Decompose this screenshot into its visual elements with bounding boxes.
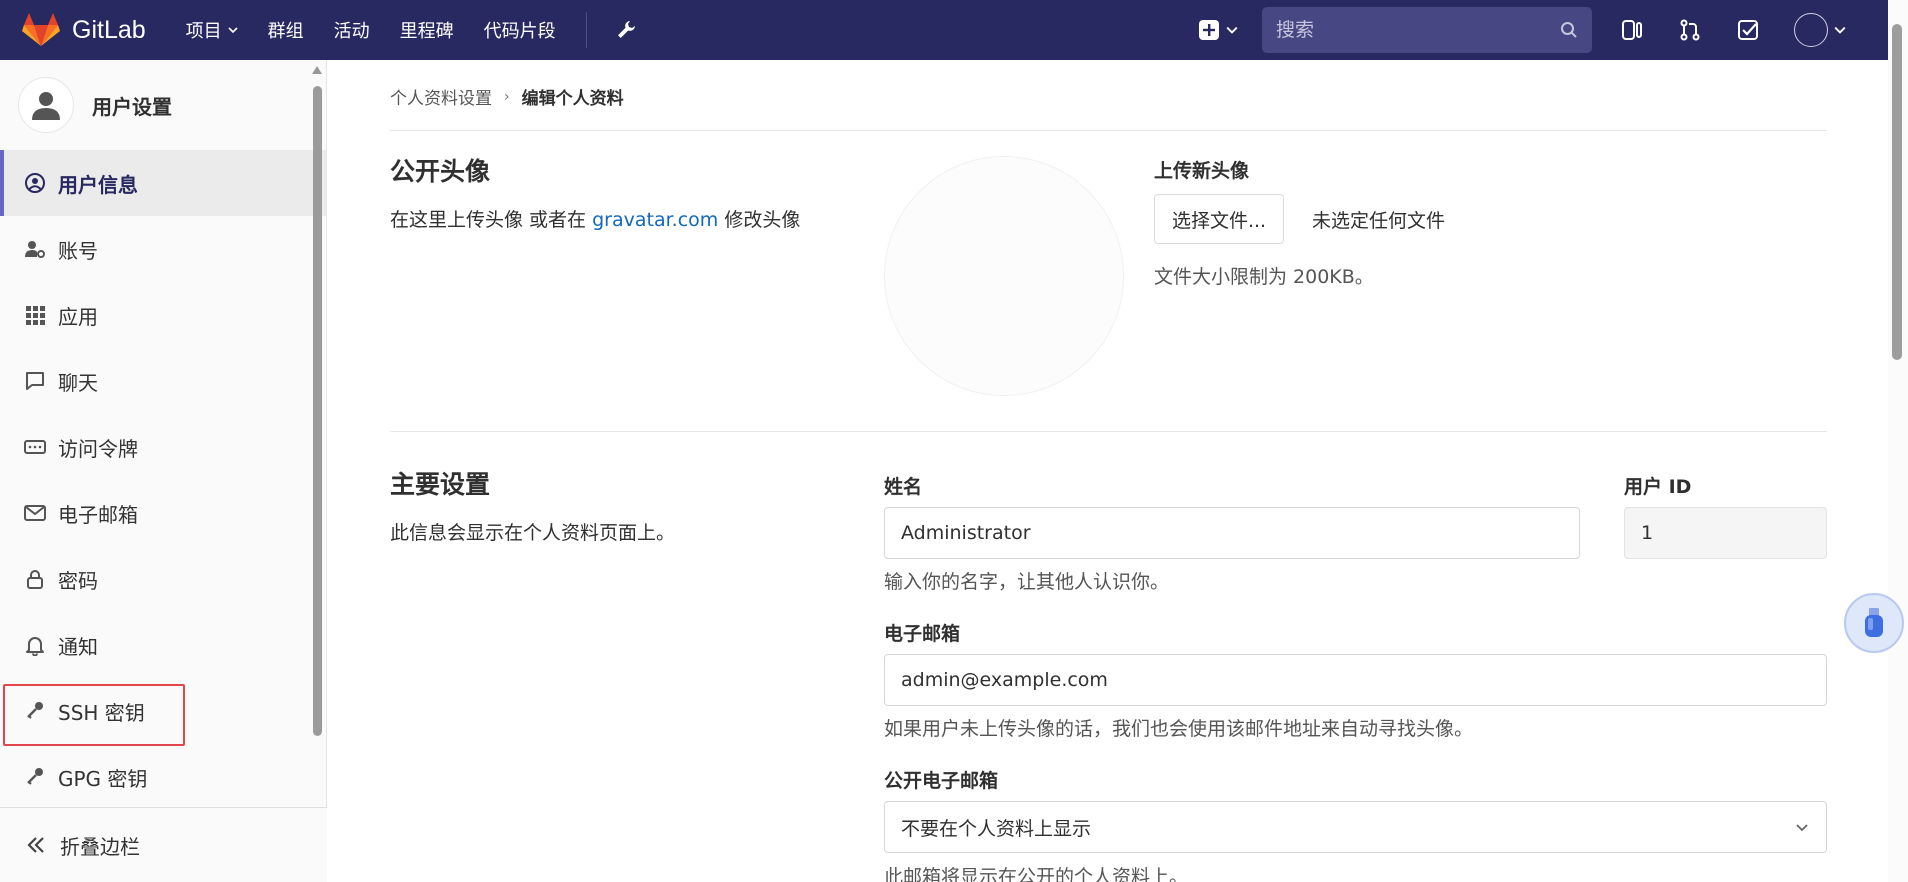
sidebar-item-password[interactable]: 密码 <box>0 546 326 612</box>
lock-icon <box>27 570 43 589</box>
sidebar-scroll-thumb[interactable] <box>313 86 322 736</box>
sidebar-item-chat[interactable]: 聊天 <box>0 348 326 414</box>
user-menu[interactable] <box>1794 13 1846 47</box>
sidebar-scrollbar[interactable] <box>311 66 322 808</box>
collapse-sidebar-button[interactable]: 折叠边栏 <box>0 807 327 882</box>
sidebar-item-profile[interactable]: 用户信息 <box>0 150 326 216</box>
public-email-help: 此邮箱将显示在公开的个人资料上。 <box>884 866 1189 882</box>
email-label: 电子邮箱 <box>884 623 961 645</box>
wrench-icon[interactable] <box>615 19 637 41</box>
nav-item-snippets[interactable]: 代码片段 <box>484 17 556 43</box>
settings-sidebar: 用户设置 用户信息 账号 应用 聊天 访问令牌 电子邮箱 密码 通知 SSH 密… <box>0 60 327 882</box>
name-field[interactable] <box>884 507 1580 559</box>
choose-file-button[interactable]: 选择文件... <box>1154 194 1284 244</box>
sidebar-title: 用户设置 <box>92 94 172 119</box>
chevron-right-icon: › <box>504 88 510 105</box>
floating-assistant-button[interactable] <box>1844 593 1904 653</box>
search-box[interactable] <box>1262 7 1592 53</box>
nav-item-groups[interactable]: 群组 <box>268 17 304 43</box>
user-id-field <box>1624 507 1827 559</box>
name-label: 姓名 <box>884 476 923 498</box>
public-email-label: 公开电子邮箱 <box>884 770 999 792</box>
chevron-down-icon <box>1834 26 1846 34</box>
chevron-down-icon <box>1796 824 1808 832</box>
merge-request-icon[interactable] <box>1678 18 1702 42</box>
no-file-text: 未选定任何文件 <box>1312 210 1446 232</box>
gitlab-logo-icon <box>22 13 60 46</box>
nav-right <box>1198 0 1908 60</box>
apps-icon <box>26 306 45 325</box>
issues-icon[interactable] <box>1620 18 1644 42</box>
nav-item-milestones[interactable]: 里程碑 <box>400 17 454 43</box>
todo-icon[interactable] <box>1736 18 1760 42</box>
divider <box>390 130 1827 131</box>
mail-icon <box>24 505 46 521</box>
breadcrumb-parent[interactable]: 个人资料设置 <box>390 84 492 109</box>
chevron-down-icon <box>1226 26 1238 34</box>
breadcrumb-current[interactable]: 编辑个人资料 <box>522 84 624 109</box>
nav-divider <box>585 12 587 48</box>
new-dropdown-button[interactable] <box>1198 19 1238 41</box>
chat-icon <box>26 372 44 390</box>
avatar-section-title: 公开头像 <box>390 157 491 186</box>
search-icon <box>1561 22 1577 38</box>
page-scroll-thumb[interactable] <box>1892 24 1902 360</box>
search-input[interactable] <box>1276 19 1536 41</box>
main-settings-title: 主要设置 <box>390 470 491 499</box>
sidebar-item-emails[interactable]: 电子邮箱 <box>0 480 326 546</box>
top-navbar: GitLab 项目 群组 活动 里程碑 代码片段 <box>0 0 1908 60</box>
sidebar-header[interactable]: 用户设置 <box>0 60 326 150</box>
sidebar-item-ssh-keys[interactable]: SSH 密钥 <box>0 678 326 746</box>
brand-text: GitLab <box>72 15 146 44</box>
sidebar-item-applications[interactable]: 应用 <box>0 282 326 348</box>
sidebar-item-gpg-keys[interactable]: GPG 密钥 <box>0 744 326 810</box>
name-help: 输入你的名字，让其他人认识你。 <box>884 571 1170 593</box>
token-icon <box>24 440 46 454</box>
plus-square-icon <box>1199 20 1219 40</box>
nav-item-activity[interactable]: 活动 <box>334 17 370 43</box>
main-settings-desc: 此信息会显示在个人资料页面上。 <box>390 522 676 544</box>
email-field[interactable] <box>884 654 1827 706</box>
file-size-limit: 文件大小限制为 200KB。 <box>1154 266 1374 288</box>
user-avatar-icon <box>18 77 74 133</box>
gravatar-link[interactable]: gravatar.com <box>592 209 718 231</box>
account-icon <box>25 241 45 258</box>
sidebar-item-account[interactable]: 账号 <box>0 216 326 282</box>
double-chevron-left-icon <box>27 837 44 853</box>
nav-menu: 项目 群组 活动 里程碑 代码片段 <box>186 0 637 60</box>
avatar-preview <box>884 156 1124 396</box>
sidebar-item-access-tokens[interactable]: 访问令牌 <box>0 414 326 480</box>
main-content: 个人资料设置 › 编辑个人资料 公开头像 在这里上传头像 或者在 gravata… <box>390 60 1827 882</box>
divider <box>390 431 1827 432</box>
bell-icon <box>26 637 44 656</box>
avatar-section-desc: 在这里上传头像 或者在 gravatar.com 修改头像 <box>390 209 801 231</box>
user-id-label: 用户 ID <box>1624 476 1692 498</box>
sidebar-item-notifications[interactable]: 通知 <box>0 612 326 678</box>
scroll-up-arrow-icon[interactable] <box>312 66 322 74</box>
brand[interactable]: GitLab <box>22 0 146 60</box>
chevron-down-icon <box>228 27 238 34</box>
user-circle-icon <box>25 173 45 193</box>
avatar <box>1794 13 1828 47</box>
upload-avatar-title: 上传新头像 <box>1154 160 1250 182</box>
email-help: 如果用户未上传头像的话，我们也会使用该邮件地址来自动寻找头像。 <box>884 718 1474 740</box>
nav-item-projects[interactable]: 项目 <box>186 17 238 43</box>
page-scrollbar[interactable] <box>1888 0 1908 882</box>
breadcrumb: 个人资料设置 › 编辑个人资料 <box>390 84 624 110</box>
usb-drive-icon <box>1865 608 1883 637</box>
public-email-select[interactable]: 不要在个人资料上显示 <box>884 801 1827 853</box>
key-icon <box>27 768 43 785</box>
key-icon <box>27 702 43 719</box>
